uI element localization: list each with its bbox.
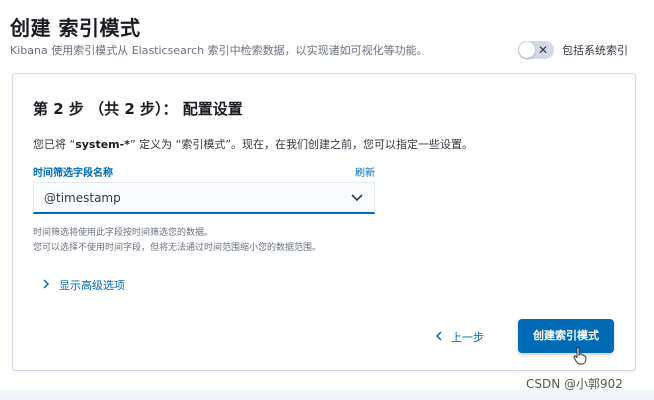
chevron-down-icon (351, 194, 363, 202)
create-index-pattern-button[interactable]: 创建索引模式 (518, 319, 614, 353)
page-title: 创建 索引模式 (10, 16, 141, 40)
time-field-help-1: 时间筛选将使用此字段按时间筛选您的数据。 (33, 228, 214, 238)
watermark: CSDN @小郭902 (526, 377, 623, 391)
index-pattern-name: system-* (75, 138, 130, 151)
step-card: 第 2 步 （共 2 步）： 配置设置 您已将 “system-*” 定义为 “… (12, 73, 636, 371)
time-field-help-2: 您可以选择不使用时间字段，但将无法通过时间范围缩小您的数据范围。 (33, 243, 322, 253)
chevron-left-icon (435, 331, 442, 341)
time-field-label: 时间筛选字段名称 (33, 168, 113, 179)
create-index-pattern-page: 创建 索引模式 Kibana 使用索引模式从 Elasticsearch 索引中… (0, 0, 654, 400)
page-subtitle: Kibana 使用索引模式从 Elasticsearch 索引中检索数据，以实现… (10, 44, 428, 57)
back-button[interactable]: 上一步 (435, 329, 484, 345)
include-system-indices-label: 包括系统索引 (562, 44, 628, 57)
hand-cursor-icon (573, 347, 587, 365)
chevron-right-icon (43, 279, 50, 289)
time-field-select[interactable]: @timestamp (33, 182, 375, 214)
show-advanced-options-label: 显示高级选项 (59, 279, 125, 292)
time-field-value: @timestamp (44, 191, 121, 205)
close-icon: ✕ (537, 43, 548, 57)
include-system-indices-control: ✕ 包括系统索引 (518, 40, 638, 60)
toggle-knob (519, 42, 535, 58)
step-desc-suffix: ” 定义为 “索引模式”。现在，在我们创建之前，您可以指定一些设置。 (129, 138, 474, 151)
step-title: 第 2 步 （共 2 步）： 配置设置 (33, 100, 243, 118)
refresh-link[interactable]: 刷新 (355, 164, 375, 179)
back-button-label: 上一步 (451, 331, 484, 344)
step-description: 您已将 “system-*” 定义为 “索引模式”。现在，在我们创建之前，您可以… (33, 136, 473, 152)
show-advanced-options-button[interactable]: 显示高级选项 (41, 277, 125, 293)
include-system-indices-toggle[interactable]: ✕ (518, 41, 554, 59)
step-desc-prefix: 您已将 “ (33, 138, 76, 151)
